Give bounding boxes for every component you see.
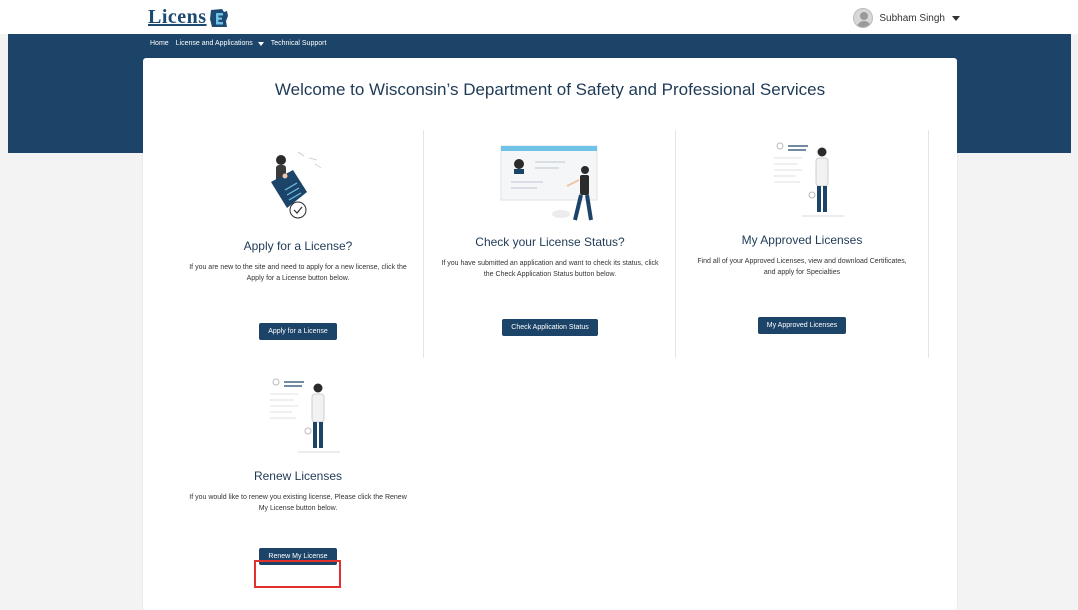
tile-title: Renew Licenses bbox=[253, 469, 343, 483]
avatar-icon bbox=[853, 8, 874, 28]
nav-technical-support[interactable]: Technical Support bbox=[271, 40, 327, 47]
nav-home[interactable]: Home bbox=[150, 40, 169, 47]
top-header: Licens Subham Singh bbox=[0, 0, 1078, 34]
tile-renew-licenses: Renew Licenses If you would like to rene… bbox=[173, 376, 423, 565]
nav-license-and-applications[interactable]: License and Applications bbox=[176, 40, 253, 47]
check-application-status-button[interactable]: Check Application Status bbox=[502, 319, 598, 336]
tile-apply-license: Apply for a License? If you are new to t… bbox=[173, 140, 423, 340]
divider bbox=[928, 130, 929, 358]
wisconsin-e-logo-icon bbox=[209, 8, 228, 27]
tile-description: If you have submitted an application and… bbox=[441, 260, 659, 278]
renew-licenses-illustration-icon bbox=[270, 378, 340, 453]
tile-approved-licenses: My Approved Licenses Find all of your Ap… bbox=[676, 140, 928, 334]
chevron-down-icon[interactable] bbox=[257, 41, 264, 46]
main-nav: Home License and Applications Technical … bbox=[150, 40, 333, 47]
logo-text: Licens bbox=[148, 6, 207, 28]
welcome-card: Welcome to Wisconsin’s Department of Saf… bbox=[143, 58, 957, 610]
tile-description: Find all of your Approved Licenses, view… bbox=[697, 258, 907, 276]
tile-title: Apply for a License? bbox=[243, 239, 353, 253]
tile-title: My Approved Licenses bbox=[741, 233, 863, 247]
tile-check-status: Check your License Status? If you have s… bbox=[425, 140, 675, 336]
apply-license-illustration-icon bbox=[271, 151, 322, 219]
tile-description: If you would like to renew you existing … bbox=[189, 494, 407, 512]
divider bbox=[423, 130, 424, 358]
chevron-down-icon bbox=[952, 15, 960, 21]
user-name: Subham Singh bbox=[879, 12, 945, 24]
page-title: Welcome to Wisconsin’s Department of Saf… bbox=[274, 80, 826, 99]
user-menu[interactable]: Subham Singh bbox=[853, 8, 960, 28]
licensee-logo[interactable]: Licens bbox=[148, 6, 230, 29]
approved-licenses-illustration-icon bbox=[774, 142, 844, 217]
apply-for-license-button[interactable]: Apply for a License bbox=[259, 323, 337, 340]
check-status-illustration-icon bbox=[500, 145, 598, 221]
tile-description: If you are new to the site and need to a… bbox=[189, 264, 407, 282]
tile-title: Check your License Status? bbox=[475, 235, 625, 249]
highlight-box bbox=[254, 560, 341, 588]
my-approved-licenses-button[interactable]: My Approved Licenses bbox=[757, 317, 847, 334]
